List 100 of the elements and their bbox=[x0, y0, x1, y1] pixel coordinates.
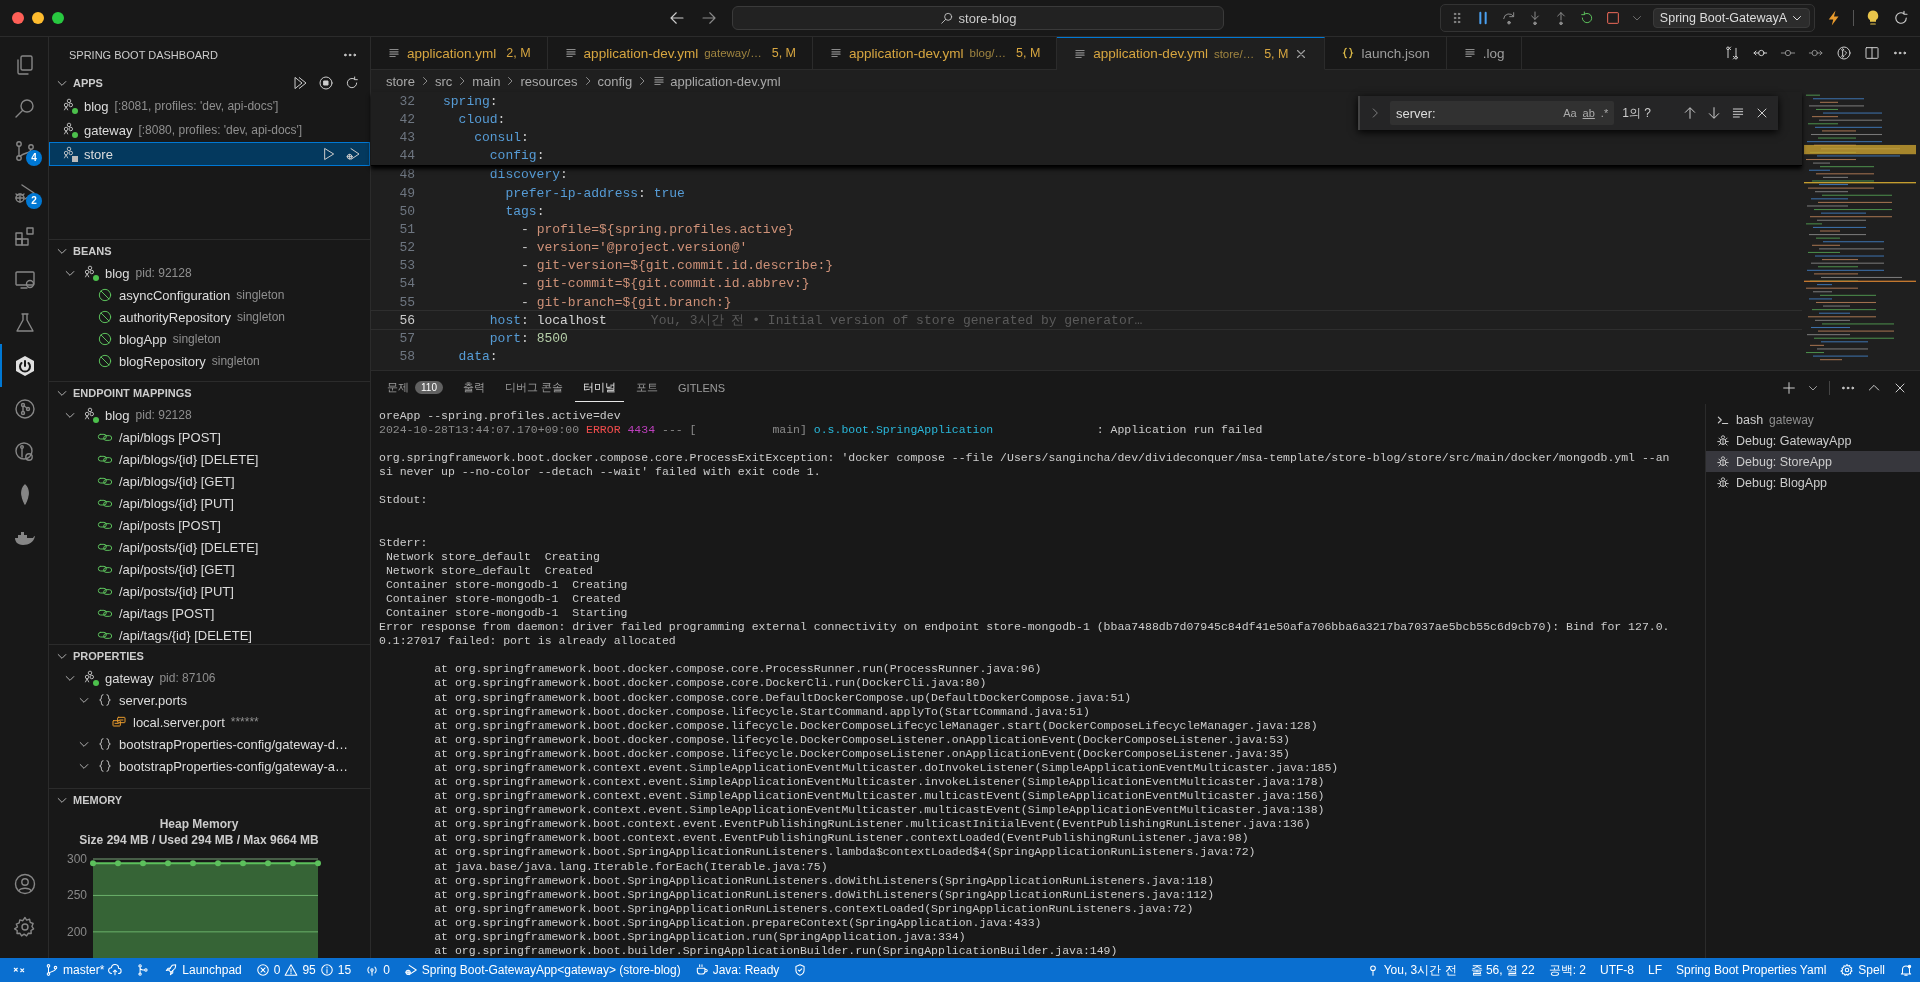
launchpad-status[interactable]: Launchpad bbox=[157, 958, 249, 982]
step-over-icon[interactable] bbox=[1500, 10, 1517, 26]
bean-icon bbox=[97, 353, 113, 369]
tree-item[interactable]: gateway pid: 87106 bbox=[49, 667, 370, 689]
search-option-toggle[interactable]: ab bbox=[1582, 107, 1595, 119]
status-item[interactable]: 줄 56, 열 22 bbox=[1463, 958, 1542, 982]
search-option-toggle[interactable]: .* bbox=[1600, 107, 1609, 119]
run-all-icon[interactable] bbox=[292, 75, 308, 91]
activity-item[interactable]: 2 bbox=[0, 172, 48, 215]
editor-tab[interactable]: launch.json bbox=[1325, 37, 1447, 70]
close-window-button[interactable] bbox=[12, 12, 24, 24]
code-line: data: bbox=[457, 349, 498, 365]
section-header[interactable]: MEMORY bbox=[49, 789, 370, 811]
tree-item[interactable]: bootstrapProperties-config/gateway-d… bbox=[63, 733, 370, 755]
status-item[interactable]: 공백: 2 bbox=[1541, 958, 1593, 982]
app-item[interactable]: store bbox=[49, 142, 370, 166]
tree-item[interactable]: server.ports bbox=[63, 689, 370, 711]
compare-icon[interactable] bbox=[1724, 45, 1740, 61]
tree-item[interactable]: blogApp singleton bbox=[63, 328, 370, 350]
tree-item[interactable]: blog pid: 92128 bbox=[49, 262, 370, 284]
editor-tab[interactable]: application.yml 2, M bbox=[371, 37, 548, 70]
panel-tab[interactable]: 포트 bbox=[628, 373, 666, 402]
maximize-window-button[interactable] bbox=[52, 12, 64, 24]
terminal-line: at org.springframework.boot.docker.compose.lifecycle.StartCommand.applyTo(StartCommand.java:51) bbox=[433, 704, 1091, 719]
stop-icon[interactable] bbox=[318, 75, 334, 91]
next-match-icon[interactable] bbox=[1706, 105, 1722, 121]
tree-item[interactable]: bootstrapProperties-config/gateway-a… bbox=[63, 755, 370, 777]
tree-item[interactable]: /api/tags [POST] bbox=[63, 602, 370, 624]
terminal-item[interactable]: Debug: BlogApp bbox=[1706, 472, 1920, 493]
find-input[interactable]: server: Aa ab .* bbox=[1390, 101, 1615, 125]
refresh-icon[interactable] bbox=[344, 75, 360, 91]
app-item[interactable]: blog [:8081, profiles: 'dev, api-docs'] bbox=[49, 94, 370, 118]
tree-item[interactable]: asyncConfiguration singleton bbox=[63, 284, 370, 306]
breadcrumb-item[interactable]: config bbox=[597, 73, 633, 89]
bean-icon bbox=[97, 287, 113, 303]
activity-item[interactable]: 4 bbox=[0, 129, 48, 172]
tree-item[interactable]: local.server.port ****** bbox=[77, 711, 370, 733]
panel-tab[interactable]: 출력 bbox=[454, 373, 493, 402]
tree-item[interactable]: /api/blogs/{id} [PUT] bbox=[63, 492, 370, 514]
app-item[interactable]: gateway [:8080, profiles: 'dev, api-docs'] bbox=[49, 118, 370, 142]
back-icon[interactable] bbox=[668, 9, 686, 27]
run-icon[interactable] bbox=[321, 146, 337, 162]
breadcrumb-item[interactable]: resources bbox=[520, 73, 578, 89]
java-status[interactable]: Java: Ready bbox=[687, 958, 787, 982]
spell-status[interactable]: Spell bbox=[1833, 958, 1892, 982]
status-item[interactable]: LF bbox=[1641, 958, 1669, 982]
section-header[interactable]: APPS bbox=[49, 72, 103, 94]
account-icon bbox=[13, 871, 37, 896]
problems-status[interactable]: 0 95 15 bbox=[248, 958, 359, 982]
graph-icon[interactable] bbox=[1836, 45, 1852, 61]
find-in-selection-icon[interactable] bbox=[1730, 105, 1746, 121]
tree-item[interactable]: /api/posts/{id} [PUT] bbox=[63, 580, 370, 602]
ports-status[interactable]: 0 bbox=[358, 958, 397, 982]
tree-item[interactable]: /api/blogs/{id} [GET] bbox=[63, 470, 370, 492]
command-center-search[interactable]: store-blog bbox=[732, 6, 1224, 30]
breadcrumb-item[interactable]: application-dev.yml bbox=[670, 73, 781, 89]
code-line: - git-branch=${git.branch:} bbox=[520, 294, 732, 310]
breadcrumb-item[interactable]: src bbox=[434, 73, 453, 89]
editor-tab[interactable]: .log bbox=[1446, 37, 1522, 70]
editor-tab[interactable]: application-dev.yml gateway/… 5, M bbox=[547, 37, 813, 70]
tree-item[interactable]: /api/posts [POST] bbox=[63, 514, 370, 536]
breadcrumb-item[interactable]: store bbox=[386, 73, 415, 89]
debug-config-dropdown[interactable]: Spring Boot-GatewayA bbox=[1652, 8, 1810, 28]
panel-tab[interactable]: 디버그 콘솔 bbox=[496, 373, 571, 402]
panel-tab[interactable]: GITLENS bbox=[670, 373, 734, 402]
section-header[interactable]: BEANS bbox=[49, 240, 370, 262]
editor-tab[interactable]: application-dev.yml blog/… 5, M bbox=[813, 37, 1058, 70]
panel-tab[interactable]: 터미널 bbox=[575, 373, 624, 402]
panel-tab[interactable]: 문제 110 bbox=[379, 373, 451, 402]
minimize-window-button[interactable] bbox=[32, 12, 44, 24]
tree-item[interactable]: /api/posts/{id} [DELETE] bbox=[63, 536, 370, 558]
tree-item[interactable]: blogRepository singleton bbox=[63, 350, 370, 372]
tree-item[interactable]: blog pid: 92128 bbox=[49, 404, 370, 426]
status-item[interactable]: Spring Boot Properties Yaml bbox=[1669, 958, 1834, 982]
cloud-upload-icon bbox=[108, 963, 123, 977]
editor-tab[interactable]: application-dev.yml store/… 5, M bbox=[1057, 37, 1326, 70]
search-option-toggle[interactable]: Aa bbox=[1563, 107, 1577, 119]
terminal-item[interactable]: Debug: GatewayApp bbox=[1706, 430, 1920, 451]
section-header[interactable]: ENDPOINT MAPPINGS bbox=[49, 382, 370, 404]
bug-icon bbox=[1716, 433, 1730, 448]
blame-status[interactable]: You, 3시간 전 bbox=[1358, 958, 1464, 982]
terminal-item[interactable]: bash gateway bbox=[1706, 409, 1920, 430]
new-terminal-icon[interactable] bbox=[1781, 379, 1797, 396]
restart-icon[interactable] bbox=[1578, 10, 1595, 26]
branch-status[interactable]: master* bbox=[38, 958, 130, 982]
tree-item[interactable]: authorityRepository singleton bbox=[63, 306, 370, 328]
debug-status[interactable]: Spring Boot-GatewayApp<gateway> (store-blog) bbox=[396, 958, 688, 982]
refresh-icon[interactable] bbox=[1892, 9, 1910, 27]
split-editor-icon[interactable] bbox=[1864, 45, 1880, 61]
tree-item[interactable]: /api/posts/{id} [GET] bbox=[63, 558, 370, 580]
previous-match-icon[interactable] bbox=[1682, 105, 1698, 121]
section-header[interactable]: PROPERTIES bbox=[49, 645, 370, 667]
tree-item[interactable]: /api/blogs [POST] bbox=[63, 426, 370, 448]
forward-icon[interactable] bbox=[700, 9, 718, 27]
tree-item[interactable]: /api/blogs/{id} [DELETE] bbox=[63, 448, 370, 470]
breadcrumb-item[interactable]: main bbox=[472, 73, 501, 89]
tree-item[interactable]: /api/tags/{id} [DELETE] bbox=[63, 624, 370, 644]
status-item[interactable]: UTF-8 bbox=[1593, 958, 1641, 982]
debug-run-icon[interactable] bbox=[345, 146, 361, 162]
terminal-item[interactable]: Debug: StoreApp bbox=[1706, 451, 1920, 472]
